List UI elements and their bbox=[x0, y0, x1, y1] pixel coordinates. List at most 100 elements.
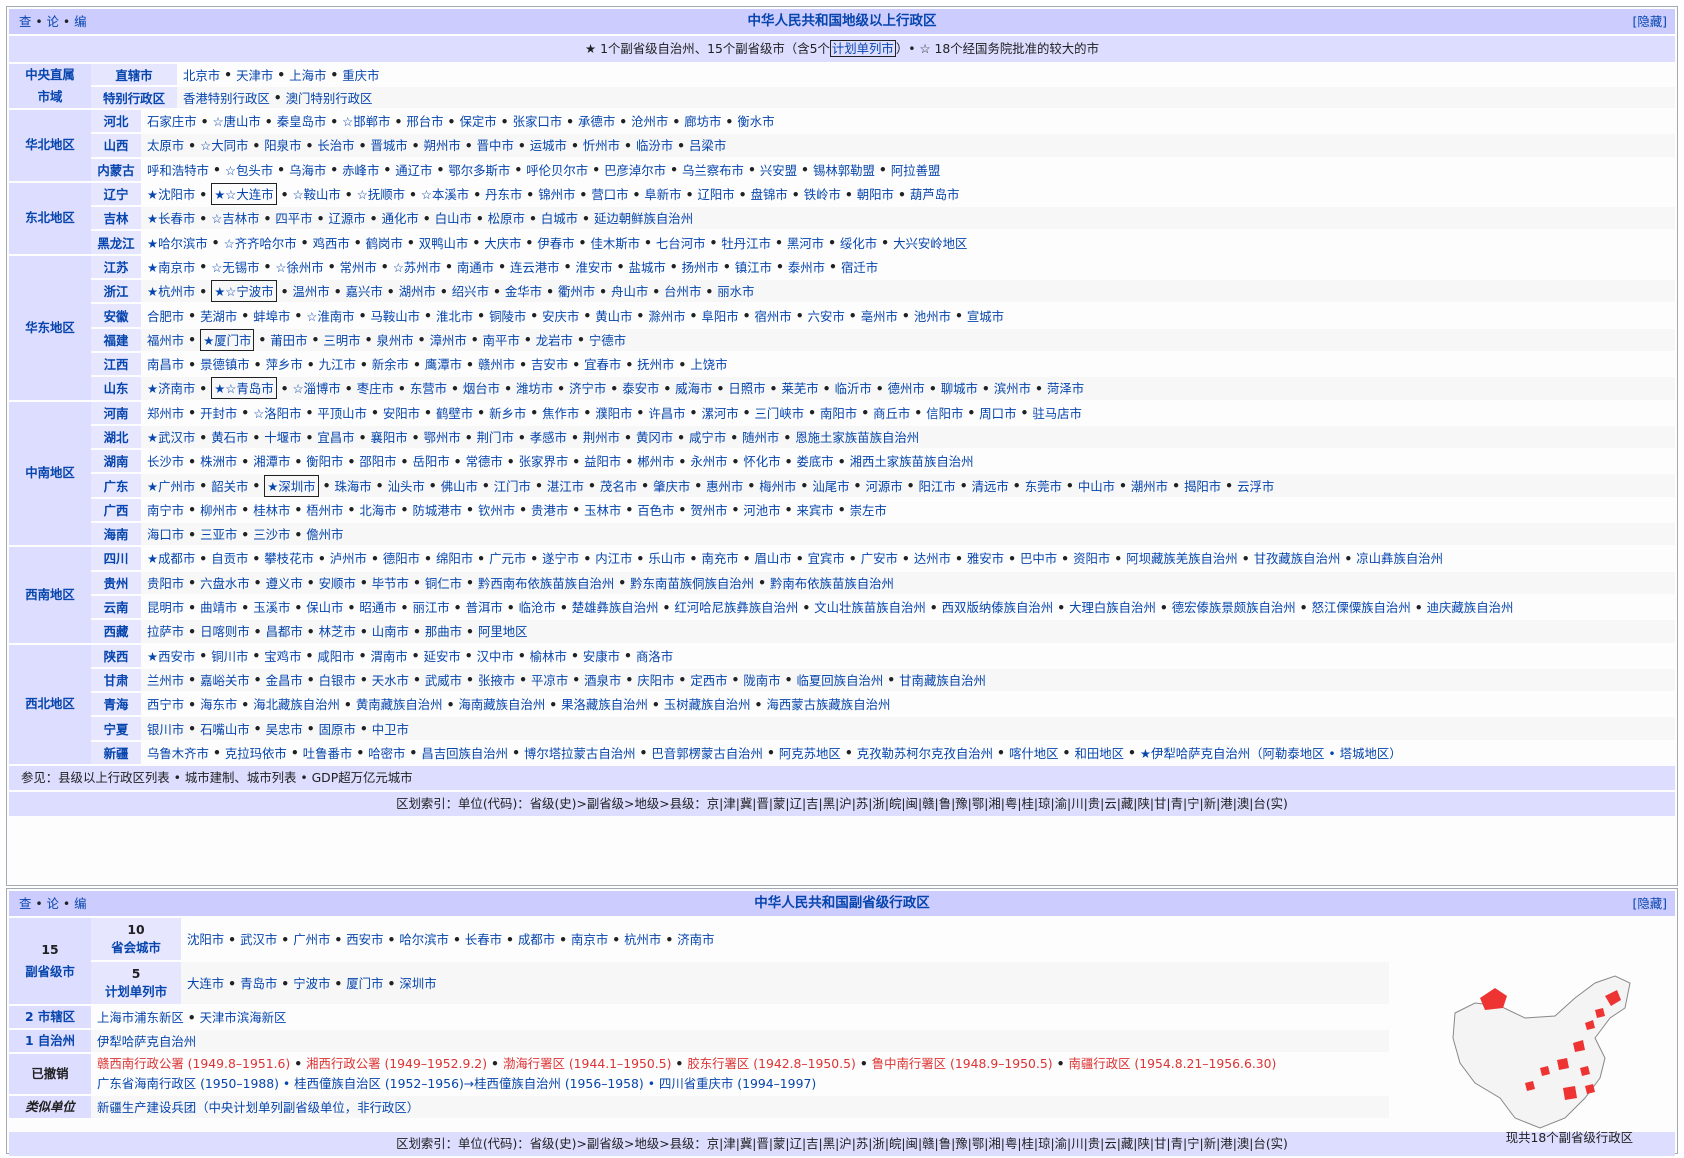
division-link[interactable]: 怒江傈僳族自治州 bbox=[1312, 598, 1411, 616]
division-link[interactable]: 兰州市 bbox=[147, 671, 184, 689]
division-link[interactable]: 来宾市 bbox=[797, 501, 834, 519]
division-link[interactable]: 四平市 bbox=[275, 209, 312, 227]
division-link[interactable]: 渭南市 bbox=[370, 647, 407, 665]
division-link[interactable]: 三沙市 bbox=[253, 525, 290, 543]
view-link-2[interactable]: 查 bbox=[19, 896, 31, 911]
division-link[interactable]: 滁州市 bbox=[648, 307, 685, 325]
division-link[interactable]: 济宁市 bbox=[569, 379, 606, 397]
abolished-line-2[interactable]: 广东省海南行政区 (1950–1988) • 桂西僮族自治区 (1952–195… bbox=[97, 1074, 816, 1094]
division-link[interactable]: 临沂市 bbox=[835, 379, 872, 397]
division-link[interactable]: 曲靖市 bbox=[200, 598, 237, 616]
division-link[interactable]: 鲁中南行署区 (1948.9–1950.5) bbox=[872, 1056, 1053, 1071]
division-link[interactable]: 山南市 bbox=[372, 622, 409, 640]
division-link[interactable]: 拉萨市 bbox=[147, 622, 184, 640]
division-link[interactable]: 绍兴市 bbox=[452, 282, 489, 300]
division-link[interactable]: 渤海行署区 (1944.1–1950.5) bbox=[503, 1056, 671, 1071]
province-label[interactable]: 西藏 bbox=[91, 620, 141, 643]
division-link[interactable]: 秦皇岛市 bbox=[277, 112, 327, 130]
division-link[interactable]: 上饶市 bbox=[690, 355, 727, 373]
division-link[interactable]: ☆无锡市 bbox=[211, 258, 259, 276]
province-label[interactable]: 山东 bbox=[91, 377, 141, 400]
region-name[interactable]: 华东地区 bbox=[9, 255, 91, 400]
division-link[interactable]: 娄底市 bbox=[797, 452, 834, 470]
division-link[interactable]: 庆阳市 bbox=[637, 671, 674, 689]
division-link[interactable]: 张家界市 bbox=[519, 452, 569, 470]
division-link[interactable]: ☆抚顺市 bbox=[357, 185, 405, 203]
division-link[interactable]: 泉州市 bbox=[376, 331, 413, 349]
division-link[interactable]: 鹤岗市 bbox=[366, 234, 403, 252]
division-link[interactable]: 红河哈尼族彝族自治州 bbox=[674, 598, 798, 616]
province-label[interactable]: 河北 bbox=[91, 110, 141, 133]
division-link[interactable]: 丹东市 bbox=[485, 185, 522, 203]
division-link[interactable]: 临夏回族自治州 bbox=[797, 671, 884, 689]
division-link[interactable]: 濮阳市 bbox=[595, 404, 632, 422]
division-link[interactable]: 白城市 bbox=[541, 209, 578, 227]
division-link[interactable]: ☆淮南市 bbox=[306, 307, 354, 325]
division-link[interactable]: 十堰市 bbox=[264, 428, 301, 446]
division-link[interactable]: 忻州市 bbox=[583, 136, 620, 154]
division-link[interactable]: ☆本溪市 bbox=[421, 185, 469, 203]
division-link[interactable]: 桂林市 bbox=[253, 501, 290, 519]
division-link[interactable]: 南昌市 bbox=[147, 355, 184, 373]
division-link[interactable]: 巴音郭楞蒙古自治州 bbox=[651, 744, 763, 762]
division-link[interactable]: 宣城市 bbox=[967, 307, 1004, 325]
division-link[interactable]: 胶东行署区 (1942.8–1950.5) bbox=[687, 1056, 855, 1071]
division-link[interactable]: 平凉市 bbox=[531, 671, 568, 689]
division-link[interactable]: 太原市 bbox=[147, 136, 184, 154]
division-link[interactable]: 伊春市 bbox=[537, 234, 574, 252]
division-link[interactable]: 赤峰市 bbox=[342, 161, 379, 179]
navbox-title[interactable]: 中华人民共和国地级以上行政区 bbox=[748, 13, 937, 29]
division-link[interactable]: 南京市 bbox=[571, 930, 608, 948]
division-link[interactable]: 江门市 bbox=[494, 477, 531, 495]
division-link[interactable]: 济南市 bbox=[677, 930, 714, 948]
division-link[interactable]: 舟山市 bbox=[611, 282, 648, 300]
division-link[interactable]: 黄山市 bbox=[595, 307, 632, 325]
division-link[interactable]: 德州市 bbox=[888, 379, 925, 397]
division-link[interactable]: 恩施土家族苗族自治州 bbox=[795, 428, 919, 446]
division-link[interactable]: ★沈阳市 bbox=[147, 185, 195, 203]
division-link[interactable]: 昭通市 bbox=[359, 598, 396, 616]
division-link[interactable]: 阿里地区 bbox=[478, 622, 528, 640]
division-link[interactable]: 儋州市 bbox=[306, 525, 343, 543]
division-link[interactable]: 安顺市 bbox=[319, 574, 356, 592]
division-link[interactable]: 海西蒙古族藏族自治州 bbox=[766, 695, 890, 713]
division-link[interactable]: 安康市 bbox=[583, 647, 620, 665]
division-link[interactable]: 西安市 bbox=[346, 930, 383, 948]
division-link[interactable]: 阿拉善盟 bbox=[891, 161, 941, 179]
division-link[interactable]: 咸阳市 bbox=[317, 647, 354, 665]
division-link[interactable]: 温州市 bbox=[293, 282, 330, 300]
province-label[interactable]: 直辖市 bbox=[91, 64, 177, 85]
division-link[interactable]: 大庆市 bbox=[484, 234, 521, 252]
division-link[interactable]: 玉树藏族自治州 bbox=[664, 695, 751, 713]
division-link[interactable]: 遂宁市 bbox=[542, 549, 579, 567]
division-link[interactable]: 乌兰察布市 bbox=[682, 161, 744, 179]
division-link[interactable]: 乌鲁木齐市 bbox=[147, 744, 209, 762]
division-link[interactable]: 泰州市 bbox=[788, 258, 825, 276]
division-link[interactable]: ☆苏州市 bbox=[393, 258, 441, 276]
division-link[interactable]: 惠州市 bbox=[706, 477, 743, 495]
division-link[interactable]: 海北藏族自治州 bbox=[253, 695, 340, 713]
division-link[interactable]: 赣州市 bbox=[478, 355, 515, 373]
division-link[interactable]: 贵阳市 bbox=[147, 574, 184, 592]
division-link[interactable]: 阜新市 bbox=[644, 185, 681, 203]
division-link[interactable]: 铜川市 bbox=[211, 647, 248, 665]
division-link[interactable]: 阜阳市 bbox=[701, 307, 738, 325]
division-link[interactable]: 钦州市 bbox=[478, 501, 515, 519]
division-link[interactable]: 珠海市 bbox=[335, 477, 372, 495]
division-link[interactable]: 承德市 bbox=[578, 112, 615, 130]
division-link[interactable]: 安庆市 bbox=[542, 307, 579, 325]
division-link[interactable]: 焦作市 bbox=[542, 404, 579, 422]
division-link[interactable]: 广安市 bbox=[861, 549, 898, 567]
subprovincial-label[interactable]: 副省级市 bbox=[25, 961, 75, 983]
division-link[interactable]: ☆唐山市 bbox=[212, 112, 260, 130]
region-name[interactable]: 华北地区 bbox=[9, 110, 91, 181]
division-link[interactable]: 南通市 bbox=[457, 258, 494, 276]
province-label[interactable]: 吉林 bbox=[91, 207, 141, 230]
division-link[interactable]: 和田地区 bbox=[1074, 744, 1124, 762]
division-link[interactable]: 文山壮族苗族自治州 bbox=[814, 598, 926, 616]
view-link[interactable]: 查 bbox=[19, 14, 31, 29]
province-label[interactable]: 江西 bbox=[91, 352, 141, 376]
division-link[interactable]: 松原市 bbox=[488, 209, 525, 227]
division-link[interactable]: 鄂尔多斯市 bbox=[448, 161, 510, 179]
division-link[interactable]: ★深圳市 bbox=[264, 474, 319, 497]
